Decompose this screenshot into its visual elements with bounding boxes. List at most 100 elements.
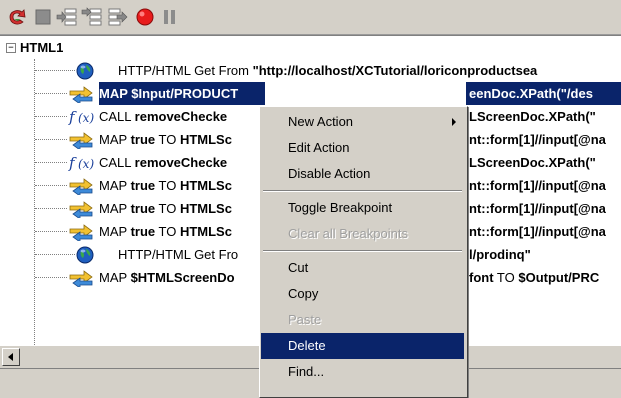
tree-row-segment: TO	[155, 224, 180, 239]
svg-text:(x): (x)	[78, 111, 94, 125]
tree-row-text: MAP $Input/PRODUCT	[99, 82, 265, 105]
tree-row-text: font TO $Output/PRC	[469, 266, 599, 289]
tree-row-text: HTTP/HTML Get Fro	[118, 243, 238, 266]
tree-row-segment: HTTP/HTML Get Fro	[118, 247, 239, 262]
tree-row-segment: $Output/PRC	[518, 270, 600, 285]
tree-row-text: CALL removeChecke	[99, 105, 227, 128]
tree-row-segment: LScreenDoc.XPath("	[469, 109, 596, 124]
tree-row-segment: true	[130, 224, 156, 239]
tree-row-continuation: font TO $Output/PRC	[466, 266, 621, 289]
menu-item-disable-action[interactable]: Disable Action	[261, 161, 464, 187]
menu-item-cut[interactable]: Cut	[261, 255, 464, 281]
tree-row-segment: TO	[155, 132, 180, 147]
tree-connector	[35, 70, 75, 71]
menu-item-label: Find...	[288, 364, 325, 379]
tree-row-continuation: nt::form[1]//input[@na	[466, 128, 621, 151]
menu-item-label: Delete	[288, 338, 326, 353]
tree-row-segment: $HTMLScreenDo	[130, 270, 235, 285]
tree-row-segment: removeChecke	[134, 109, 228, 124]
pause-icon[interactable]	[158, 7, 180, 27]
tree-root-label: HTML1	[20, 40, 64, 55]
menu-item-label: Toggle Breakpoint	[288, 200, 393, 215]
tree-row-text: eenDoc.XPath("/des	[466, 82, 621, 105]
tree-row-segment: HTMLSc	[179, 201, 232, 216]
menu-item-label: New Action	[288, 114, 354, 129]
tree-row-continuation: nt::form[1]//input[@na	[466, 197, 621, 220]
tree-row-text: CALL removeChecke	[99, 151, 227, 174]
tree-root[interactable]: − HTML1	[0, 36, 621, 59]
tree-row-continuation: LScreenDoc.XPath("	[466, 105, 621, 128]
tree-row-continuation: eenDoc.XPath("/des	[466, 82, 621, 105]
menu-item-label: Edit Action	[288, 140, 350, 155]
menu-separator	[263, 190, 462, 192]
menu-item-clear-all-breakpoints: Clear all Breakpoints	[261, 221, 464, 247]
map-arrow-icon	[68, 269, 94, 294]
tree-connector	[35, 208, 67, 209]
tree-row-segment: nt::form[1]//input[@na	[469, 201, 606, 216]
tree-row-text: HTTP/HTML Get From "http://localhost/XCT…	[118, 59, 537, 82]
menu-item-toggle-breakpoint[interactable]: Toggle Breakpoint	[261, 195, 464, 221]
run-icon[interactable]	[6, 7, 28, 27]
menu-item-find[interactable]: Find...	[261, 359, 464, 385]
tree-row-segment: nt::form[1]//input[@na	[469, 132, 606, 147]
menu-item-label: Paste	[288, 312, 322, 327]
tree-row-continuation: LScreenDoc.XPath("	[466, 151, 621, 174]
svg-text:f: f	[68, 154, 77, 172]
tree-row-segment: TO	[155, 201, 180, 216]
tree-row-segment: HTMLSc	[179, 132, 232, 147]
collapse-icon[interactable]: −	[6, 43, 16, 53]
menu-item-delete[interactable]: Delete	[261, 333, 464, 359]
stop-icon[interactable]	[32, 7, 54, 27]
menu-item-copy[interactable]: Copy	[261, 281, 464, 307]
step-into-icon[interactable]	[56, 7, 78, 27]
tree-row-segment: MAP $Input/PRODUCT	[99, 86, 239, 101]
svg-text:f: f	[68, 108, 77, 126]
tree-row-segment: MAP	[99, 270, 131, 285]
submenu-arrow-icon	[452, 118, 456, 126]
tree-row-segment: CALL	[99, 155, 135, 170]
tree-row-segment: MAP	[99, 132, 131, 147]
tree-row-segment: "http://localhost/XCTutorial/loriconprod…	[252, 63, 538, 78]
tree-row-continuation: l/prodinq"	[466, 243, 621, 266]
tree-row-segment: LScreenDoc.XPath("	[469, 155, 596, 170]
menu-item-label: Clear all Breakpoints	[288, 226, 408, 241]
tree-row-text: MAP $HTMLScreenDo	[99, 266, 235, 289]
tree-row-text: MAP true TO HTMLSc	[99, 220, 232, 243]
menu-item-new-action[interactable]: New Action	[261, 109, 464, 135]
tree-row-continuation: nt::form[1]//input[@na	[466, 174, 621, 197]
tree-row-segment: eenDoc.XPath("/des	[469, 86, 593, 101]
tree-row-text: LScreenDoc.XPath("	[469, 105, 596, 128]
tree-row-segment: TO	[493, 270, 519, 285]
toolbar	[0, 0, 621, 35]
tree-row-segment: true	[130, 201, 156, 216]
tree-connector	[35, 162, 67, 163]
tree-connector	[35, 185, 67, 186]
step-out-icon[interactable]	[107, 7, 129, 27]
tree-row-text: nt::form[1]//input[@na	[469, 220, 606, 243]
menu-item-label: Copy	[288, 286, 319, 301]
tree-row-segment: TO	[155, 178, 180, 193]
tree-row-text: nt::form[1]//input[@na	[469, 174, 606, 197]
tree-row-segment: HTTP/HTML Get From	[118, 63, 253, 78]
tree-connector	[35, 93, 67, 94]
menu-item-paste: Paste	[261, 307, 464, 333]
scroll-left-button[interactable]	[2, 348, 20, 366]
tree-row-segment: MAP	[99, 224, 131, 239]
step-over-icon[interactable]	[81, 7, 103, 27]
menu-item-label: Disable Action	[288, 166, 371, 181]
tree-row-segment: HTMLSc	[179, 224, 232, 239]
tree-row-continuation: nt::form[1]//input[@na	[466, 220, 621, 243]
tree-row-segment: removeChecke	[134, 155, 228, 170]
tree-row-text: nt::form[1]//input[@na	[469, 197, 606, 220]
tree-row-text: MAP true TO HTMLSc	[99, 128, 232, 151]
tree-connector	[35, 139, 67, 140]
tree-connector	[35, 116, 67, 117]
tree-row-text: l/prodinq"	[469, 243, 531, 266]
svg-text:(x): (x)	[78, 157, 94, 171]
menu-separator	[263, 250, 462, 252]
tree-row[interactable]: HTTP/HTML Get From "http://localhost/XCT…	[0, 59, 621, 82]
tree-row-segment: true	[130, 178, 156, 193]
tree-row-text: LScreenDoc.XPath("	[469, 151, 596, 174]
breakpoint-icon[interactable]	[134, 7, 156, 27]
menu-item-edit-action[interactable]: Edit Action	[261, 135, 464, 161]
